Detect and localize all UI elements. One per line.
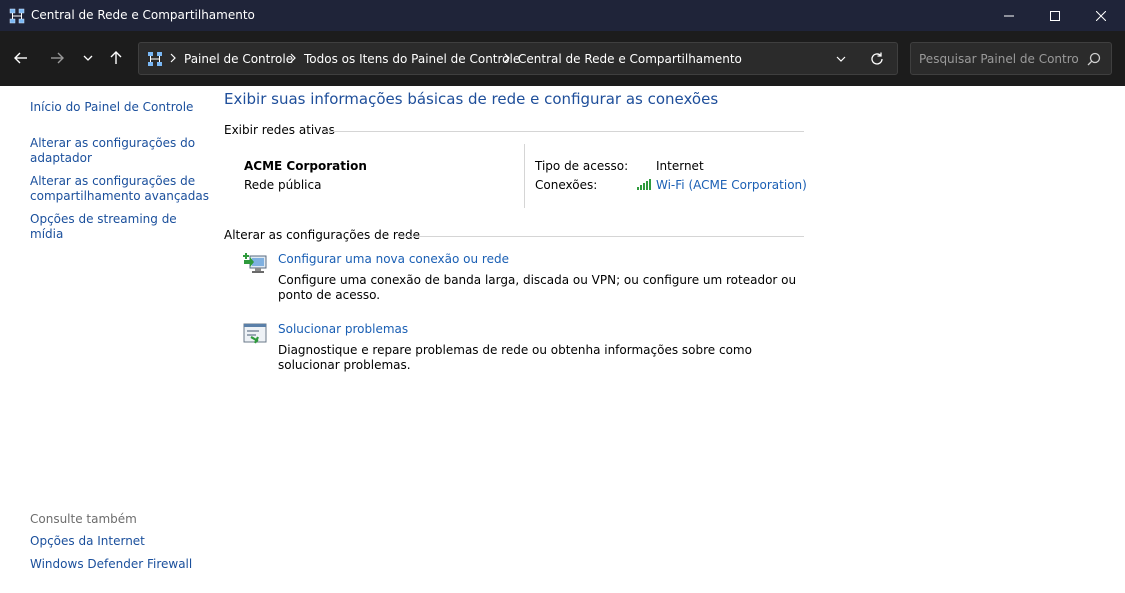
window-title: Central de Rede e Compartilhamento — [31, 8, 255, 22]
breadcrumb-central-de-rede[interactable]: Central de Rede e Compartilhamento — [518, 52, 742, 66]
close-icon — [1096, 10, 1106, 21]
troubleshoot-icon — [243, 323, 267, 348]
maximize-icon — [1050, 10, 1060, 21]
address-bar[interactable]: Painel de Controle Todos os Itens do Pai… — [138, 42, 898, 75]
link-opcoes-streaming-midia[interactable]: Opções de streaming de mídia — [30, 212, 210, 242]
change-settings-title: Alterar as configurações de rede — [224, 228, 420, 242]
search-input[interactable] — [919, 50, 1079, 68]
network-name: ACME Corporation — [244, 159, 367, 173]
network-category-link[interactable]: Rede pública — [244, 178, 321, 192]
arrow-right-icon — [51, 52, 64, 64]
recent-locations-button[interactable] — [75, 45, 101, 71]
breadcrumb-separator-icon[interactable] — [504, 53, 510, 63]
back-button[interactable] — [8, 45, 34, 71]
section-divider — [323, 131, 804, 132]
link-windows-defender-firewall[interactable]: Windows Defender Firewall — [30, 557, 210, 572]
link-opcoes-internet[interactable]: Opções da Internet — [30, 534, 210, 549]
section-divider — [398, 236, 804, 237]
breadcrumb-painel-de-controle[interactable]: Painel de Controle — [184, 52, 293, 66]
search-button[interactable] — [1087, 52, 1101, 69]
chevron-down-icon — [836, 56, 846, 62]
link-config-compartilhamento-avancadas[interactable]: Alterar as configurações de compartilham… — [30, 174, 210, 204]
title-bar: Central de Rede e Compartilhamento — [0, 0, 1125, 31]
active-networks-title: Exibir redes ativas — [224, 123, 335, 137]
see-also-title: Consulte também — [30, 512, 137, 526]
close-button[interactable] — [1078, 0, 1124, 31]
troubleshoot-link[interactable]: Solucionar problemas — [278, 322, 408, 336]
control-panel-icon — [147, 51, 163, 70]
breadcrumb-separator-icon[interactable] — [170, 53, 176, 63]
maximize-button[interactable] — [1032, 0, 1078, 31]
up-button[interactable] — [103, 45, 129, 71]
new-connection-icon — [243, 252, 269, 279]
minimize-icon — [1004, 15, 1014, 16]
link-inicio-painel-controle[interactable]: Início do Painel de Controle — [30, 100, 210, 115]
network-center-icon[interactable] — [9, 8, 25, 24]
forward-button[interactable] — [44, 45, 70, 71]
search-box[interactable] — [910, 42, 1112, 75]
wifi-signal-icon — [637, 178, 653, 193]
new-connection-link[interactable]: Configurar uma nova conexão ou rede — [278, 252, 509, 266]
search-icon — [1087, 52, 1101, 66]
connections-label: Conexões: — [535, 178, 598, 192]
new-connection-description: Configure uma conexão de banda larga, di… — [278, 273, 797, 302]
page-title: Exibir suas informações básicas de rede … — [224, 90, 719, 108]
arrow-left-icon — [14, 52, 27, 64]
minimize-button[interactable] — [986, 0, 1032, 31]
troubleshoot-description: Diagnostique e repare problemas de rede … — [278, 343, 752, 372]
refresh-button[interactable] — [869, 51, 885, 70]
access-type-value: Internet — [656, 159, 704, 173]
arrow-up-icon — [110, 51, 122, 64]
breadcrumb-separator-icon[interactable] — [290, 53, 296, 63]
vertical-divider — [524, 144, 525, 208]
breadcrumb-todos-os-itens[interactable]: Todos os Itens do Painel de Controle — [304, 52, 520, 66]
refresh-icon — [871, 52, 883, 65]
content-area: Início do Painel de Controle Alterar as … — [0, 86, 1125, 593]
chevron-down-icon — [83, 55, 93, 61]
access-type-label: Tipo de acesso: — [535, 159, 629, 173]
link-alterar-config-adaptador[interactable]: Alterar as configurações do adaptador — [30, 136, 210, 166]
navigation-bar: Painel de Controle Todos os Itens do Pai… — [0, 31, 1125, 86]
wifi-connection-link[interactable]: Wi-Fi (ACME Corporation) — [656, 178, 807, 192]
address-history-button[interactable] — [835, 53, 847, 68]
